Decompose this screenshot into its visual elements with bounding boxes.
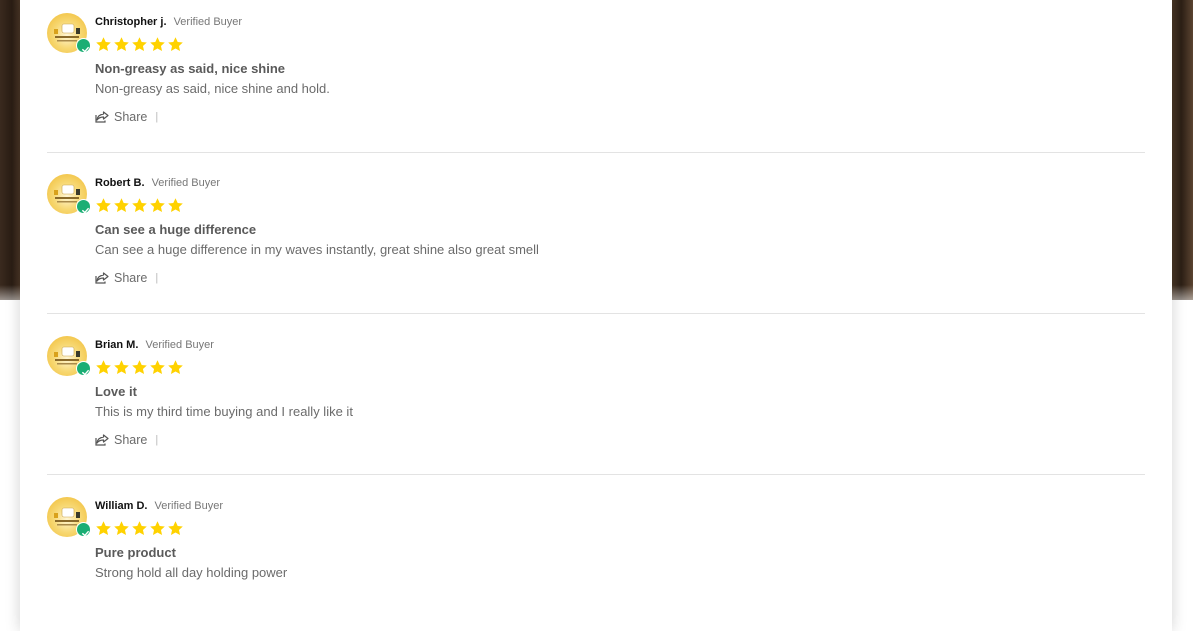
star-icon: [114, 37, 129, 52]
action-separator: |: [155, 434, 159, 446]
review-title: Pure product: [95, 545, 176, 560]
action-separator: |: [155, 272, 159, 284]
star-icon: [168, 360, 183, 375]
star-icon: [132, 360, 147, 375]
share-button[interactable]: Share: [95, 271, 147, 285]
review-item: Christopher j. Verified Buyer Non-greasy…: [47, 13, 1145, 153]
action-separator: |: [155, 111, 159, 123]
reviewer-name: William D.: [95, 500, 148, 512]
avatar: [47, 336, 91, 376]
review-content: Can see a huge difference in my waves in…: [95, 242, 539, 257]
review-item: Robert B. Verified Buyer Can see a huge …: [47, 174, 1145, 314]
reviewer-name: Brian M.: [95, 339, 139, 351]
star-rating: [95, 520, 1135, 538]
review-content: Strong hold all day holding power: [95, 565, 288, 580]
review-item: William D. Verified Buyer Pure product S…: [47, 497, 1145, 597]
star-icon: [150, 360, 165, 375]
star-icon: [132, 521, 147, 536]
star-rating: [95, 36, 1135, 54]
review-item: Brian M. Verified Buyer Love it This is …: [47, 336, 1145, 475]
review-content: This is my third time buying and I reall…: [95, 404, 353, 419]
star-icon: [114, 360, 129, 375]
verified-check-icon: [76, 522, 91, 537]
verified-buyer-badge: Verified Buyer: [173, 16, 243, 28]
star-icon: [96, 360, 111, 375]
review-title: Love it: [95, 384, 137, 399]
reviewer-name: Robert B.: [95, 177, 145, 189]
share-label: Share: [114, 271, 148, 285]
review-title: Non-greasy as said, nice shine: [95, 61, 286, 76]
star-icon: [150, 198, 165, 213]
verified-buyer-badge: Verified Buyer: [154, 500, 224, 512]
verified-check-icon: [76, 361, 91, 376]
star-icon: [168, 198, 183, 213]
share-button[interactable]: Share: [95, 110, 147, 124]
share-icon: [95, 111, 109, 123]
verified-check-icon: [76, 38, 91, 53]
star-icon: [114, 521, 129, 536]
share-label: Share: [114, 110, 148, 124]
verified-buyer-badge: Verified Buyer: [151, 177, 221, 189]
star-icon: [132, 37, 147, 52]
avatar: [47, 13, 91, 53]
star-icon: [168, 37, 183, 52]
star-rating: [95, 197, 1135, 215]
reviews-panel: Christopher j. Verified Buyer Non-greasy…: [20, 0, 1172, 631]
avatar: [47, 174, 91, 214]
share-icon: [95, 434, 109, 446]
star-icon: [96, 521, 111, 536]
star-icon: [150, 521, 165, 536]
reviewer-name: Christopher j.: [95, 16, 167, 28]
star-icon: [150, 37, 165, 52]
star-icon: [114, 198, 129, 213]
avatar: [47, 497, 91, 537]
star-rating: [95, 359, 1135, 377]
review-content: Non-greasy as said, nice shine and hold.: [95, 81, 330, 96]
star-icon: [96, 198, 111, 213]
share-label: Share: [114, 433, 148, 447]
share-button[interactable]: Share: [95, 433, 147, 447]
verified-check-icon: [76, 199, 91, 214]
star-icon: [168, 521, 183, 536]
share-icon: [95, 272, 109, 284]
verified-buyer-badge: Verified Buyer: [145, 339, 214, 351]
star-icon: [96, 37, 111, 52]
review-title: Can see a huge difference: [95, 222, 257, 237]
star-icon: [132, 198, 147, 213]
